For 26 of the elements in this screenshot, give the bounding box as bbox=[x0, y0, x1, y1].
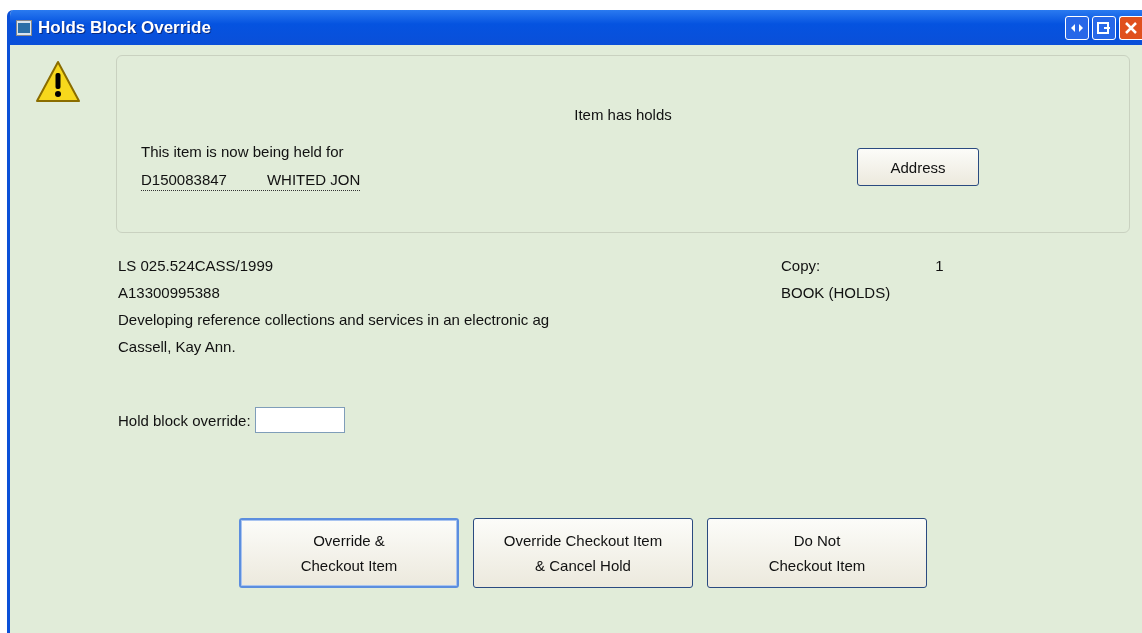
item-barcode: A13300995388 bbox=[118, 284, 221, 301]
action-button[interactable]: Do Not Checkout Item bbox=[707, 518, 927, 588]
copy-label: Copy: bbox=[781, 257, 821, 274]
left-right-arrows-icon bbox=[1070, 21, 1084, 34]
hold-message: This item is now being held for bbox=[141, 143, 345, 160]
action-button[interactable]: Override & Checkout Item bbox=[239, 518, 459, 588]
item-author: Cassell, Kay Ann. bbox=[118, 338, 237, 355]
restore-button[interactable] bbox=[1092, 15, 1116, 40]
item-title: Developing reference collections and services in an electronic ag bbox=[118, 311, 551, 328]
warning-icon bbox=[35, 60, 81, 104]
window-icon bbox=[1097, 21, 1111, 34]
panel-heading: Item has holds bbox=[573, 106, 673, 123]
override-label: Hold block override: bbox=[118, 411, 251, 429]
address-button[interactable]: Address bbox=[857, 148, 979, 186]
app-logo-icon bbox=[16, 19, 32, 36]
resize-button[interactable] bbox=[1065, 15, 1089, 40]
patron-id: D150083847 bbox=[141, 171, 227, 188]
override-input[interactable] bbox=[254, 407, 345, 433]
close-icon bbox=[1124, 20, 1138, 35]
call-number: LS 025.524CASS/1999 bbox=[118, 257, 275, 274]
close-button[interactable] bbox=[1119, 15, 1142, 40]
window-title: Holds Block Override bbox=[38, 17, 211, 38]
patron-name: WHITED JON bbox=[266, 171, 361, 188]
copy-value: 1 bbox=[935, 257, 944, 274]
item-type: BOOK (HOLDS) bbox=[781, 284, 892, 301]
action-button[interactable]: Override Checkout Item & Cancel Hold bbox=[473, 518, 693, 588]
